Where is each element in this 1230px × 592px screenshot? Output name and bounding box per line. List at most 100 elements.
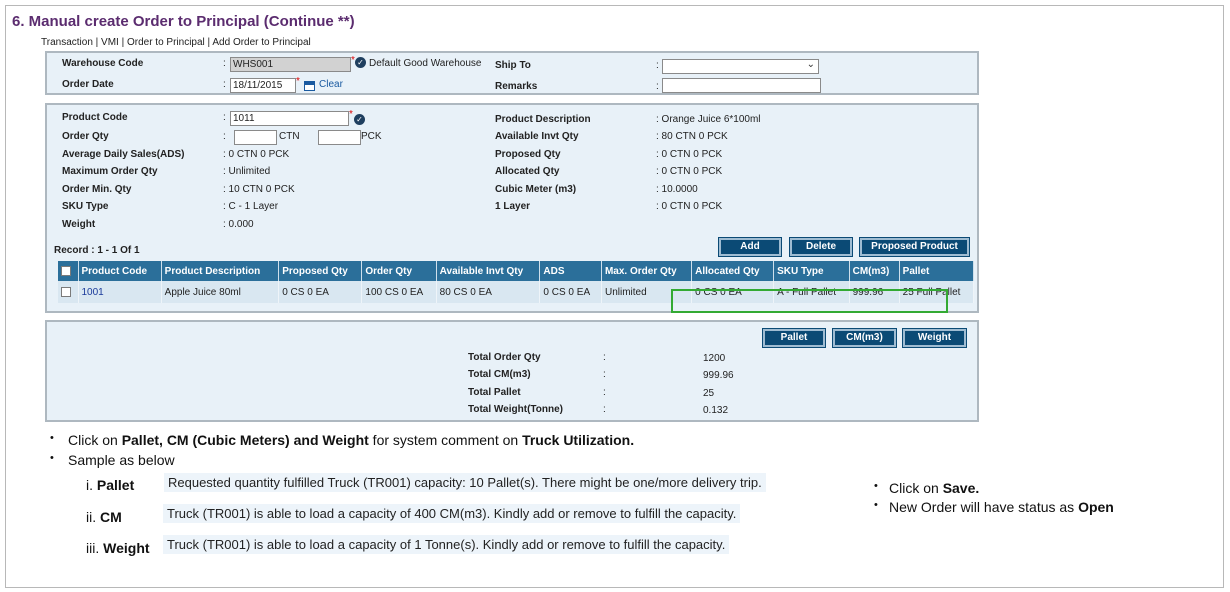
- select-all-header[interactable]: [58, 261, 79, 281]
- sample-num: iii.: [86, 540, 100, 556]
- row-select-cell[interactable]: [58, 281, 79, 303]
- sample-num: i.: [86, 477, 93, 493]
- app-screenshot: Transaction | VMI | Order to Principal |…: [40, 36, 980, 422]
- add-button[interactable]: Add: [718, 237, 782, 257]
- total-cm-value: 999.96: [703, 370, 734, 381]
- bullet: •: [50, 432, 54, 444]
- sample-label: Pallet: [96, 477, 135, 493]
- min-order-value: : 10 CTN 0 PCK: [223, 184, 295, 195]
- allocated-qty-value: : 0 CTN 0 PCK: [656, 166, 723, 177]
- allocated-qty-label: Allocated Qty: [495, 166, 560, 177]
- col-allocated-qty[interactable]: Allocated Qty: [691, 261, 775, 281]
- totals-panel: Pallet CM(m3) Weight Total Order Qty : 1…: [45, 320, 979, 422]
- sample-cm-text: Truck (TR001) is able to load a capacity…: [163, 504, 741, 523]
- cm-button[interactable]: CM(m3): [832, 328, 897, 348]
- warehouse-name: Default Good Warehouse: [369, 58, 482, 69]
- ship-to-select[interactable]: ⌄: [662, 59, 819, 74]
- product-desc-label: Product Description: [495, 114, 591, 125]
- ctn-unit: CTN: [279, 131, 300, 142]
- min-order-label: Order Min. Qty: [62, 184, 132, 195]
- pallet-button[interactable]: Pallet: [762, 328, 826, 348]
- warehouse-code-input[interactable]: [230, 57, 351, 72]
- select-all-checkbox[interactable]: [61, 265, 71, 276]
- col-ads[interactable]: ADS: [539, 261, 602, 281]
- record-count: Record : 1 - 1 Of 1: [54, 245, 140, 256]
- breadcrumb: Transaction | VMI | Order to Principal |…: [41, 37, 311, 48]
- clear-link[interactable]: Clear: [319, 79, 343, 90]
- max-order-value: : Unlimited: [223, 166, 271, 177]
- product-code-label: Product Code: [62, 112, 128, 123]
- sku-type-value: : C - 1 Layer: [223, 201, 279, 212]
- ads-label: Average Daily Sales(ADS): [62, 149, 185, 160]
- col-sku-type[interactable]: SKU Type: [773, 261, 850, 281]
- total-weight-value: 0.132: [703, 405, 729, 416]
- row-checkbox[interactable]: [61, 286, 71, 297]
- order-date-label: Order Date: [62, 79, 114, 90]
- note-text: New Order will have status as: [889, 499, 1079, 515]
- sample-weight-text: Truck (TR001) is able to load a capacity…: [163, 535, 730, 554]
- table-cell: 80 CS 0 EA: [436, 281, 541, 303]
- colon: :: [603, 404, 606, 415]
- note-bold: Open: [1078, 499, 1114, 515]
- order-date-input[interactable]: [230, 78, 296, 93]
- col-max-order-qty[interactable]: Max. Order Qty: [601, 261, 693, 281]
- col-order-qty[interactable]: Order Qty: [361, 261, 437, 281]
- calendar-icon[interactable]: [304, 81, 315, 91]
- right-note-2: • New Order will have status as Open: [874, 499, 1114, 515]
- table-cell: 0 CS 0 EA: [539, 281, 602, 303]
- check-icon[interactable]: ✓: [355, 57, 366, 68]
- slide-title: 6. Manual create Order to Principal (Con…: [12, 13, 355, 30]
- total-cm-label: Total CM(m3): [468, 369, 531, 380]
- colon: :: [223, 79, 226, 90]
- layer-value: : 0 CTN 0 PCK: [656, 201, 723, 212]
- col-cm[interactable]: CM(m3): [849, 261, 900, 281]
- note-bold: Save.: [942, 480, 980, 496]
- order-header-panel: Warehouse Code : * ✓ Default Good Wareho…: [45, 51, 979, 95]
- ship-to-label: Ship To: [495, 60, 531, 71]
- layer-label: 1 Layer: [495, 201, 531, 212]
- product-panel: Product Code : * ✓ Order Qty : CTN PCK A…: [45, 103, 979, 313]
- required-star: *: [296, 76, 300, 87]
- order-qty-ctn-input[interactable]: [234, 130, 277, 145]
- weight-value: : 0.000: [223, 219, 254, 230]
- sample-label: CM: [100, 509, 122, 525]
- bullet: •: [874, 480, 878, 492]
- ads-value: : 0 CTN 0 PCK: [223, 149, 290, 160]
- proposed-qty-label: Proposed Qty: [495, 149, 561, 160]
- weight-button[interactable]: Weight: [902, 328, 967, 348]
- col-product-description[interactable]: Product Description: [161, 261, 280, 281]
- total-pallet-value: 25: [703, 388, 715, 399]
- weight-label: Weight: [62, 219, 96, 230]
- sample-weight: iii. Weight: [86, 540, 150, 556]
- col-available-invt-qty[interactable]: Available Invt Qty: [436, 261, 541, 281]
- note-text: Click on: [68, 432, 122, 448]
- remarks-input[interactable]: [662, 78, 821, 93]
- sku-type-label: SKU Type: [62, 201, 109, 212]
- total-weight-label: Total Weight(Tonne): [468, 404, 563, 415]
- colon: :: [603, 369, 606, 380]
- note-text: for system comment on: [368, 432, 523, 448]
- bullet: •: [50, 452, 54, 464]
- note-bold: Pallet, CM (Cubic Meters) and Weight: [121, 432, 369, 448]
- required-star: *: [349, 109, 353, 120]
- warehouse-code-label: Warehouse Code: [62, 58, 144, 69]
- product-code-link[interactable]: 1001: [78, 281, 162, 303]
- col-pallet[interactable]: Pallet: [899, 261, 975, 281]
- colon: :: [223, 112, 226, 123]
- check-icon[interactable]: ✓: [354, 114, 365, 125]
- proposed-product-button[interactable]: Proposed Product: [859, 237, 970, 257]
- delete-button[interactable]: Delete: [789, 237, 853, 257]
- col-product-code[interactable]: Product Code: [78, 261, 162, 281]
- colon: :: [223, 58, 226, 69]
- bullet: •: [874, 499, 878, 511]
- colon: :: [603, 352, 606, 363]
- order-qty-pck-input[interactable]: [318, 130, 361, 145]
- total-pallet-label: Total Pallet: [468, 387, 521, 398]
- product-code-input[interactable]: [230, 111, 349, 126]
- proposed-qty-value: : 0 CTN 0 PCK: [656, 149, 723, 160]
- table-header-row: Product Code Product Description Propose…: [58, 261, 975, 281]
- col-proposed-qty[interactable]: Proposed Qty: [278, 261, 363, 281]
- note-bold: Truck Utilization.: [522, 432, 635, 448]
- colon: :: [603, 387, 606, 398]
- sample-pallet-text: Requested quantity fulfilled Truck (TR00…: [164, 473, 766, 492]
